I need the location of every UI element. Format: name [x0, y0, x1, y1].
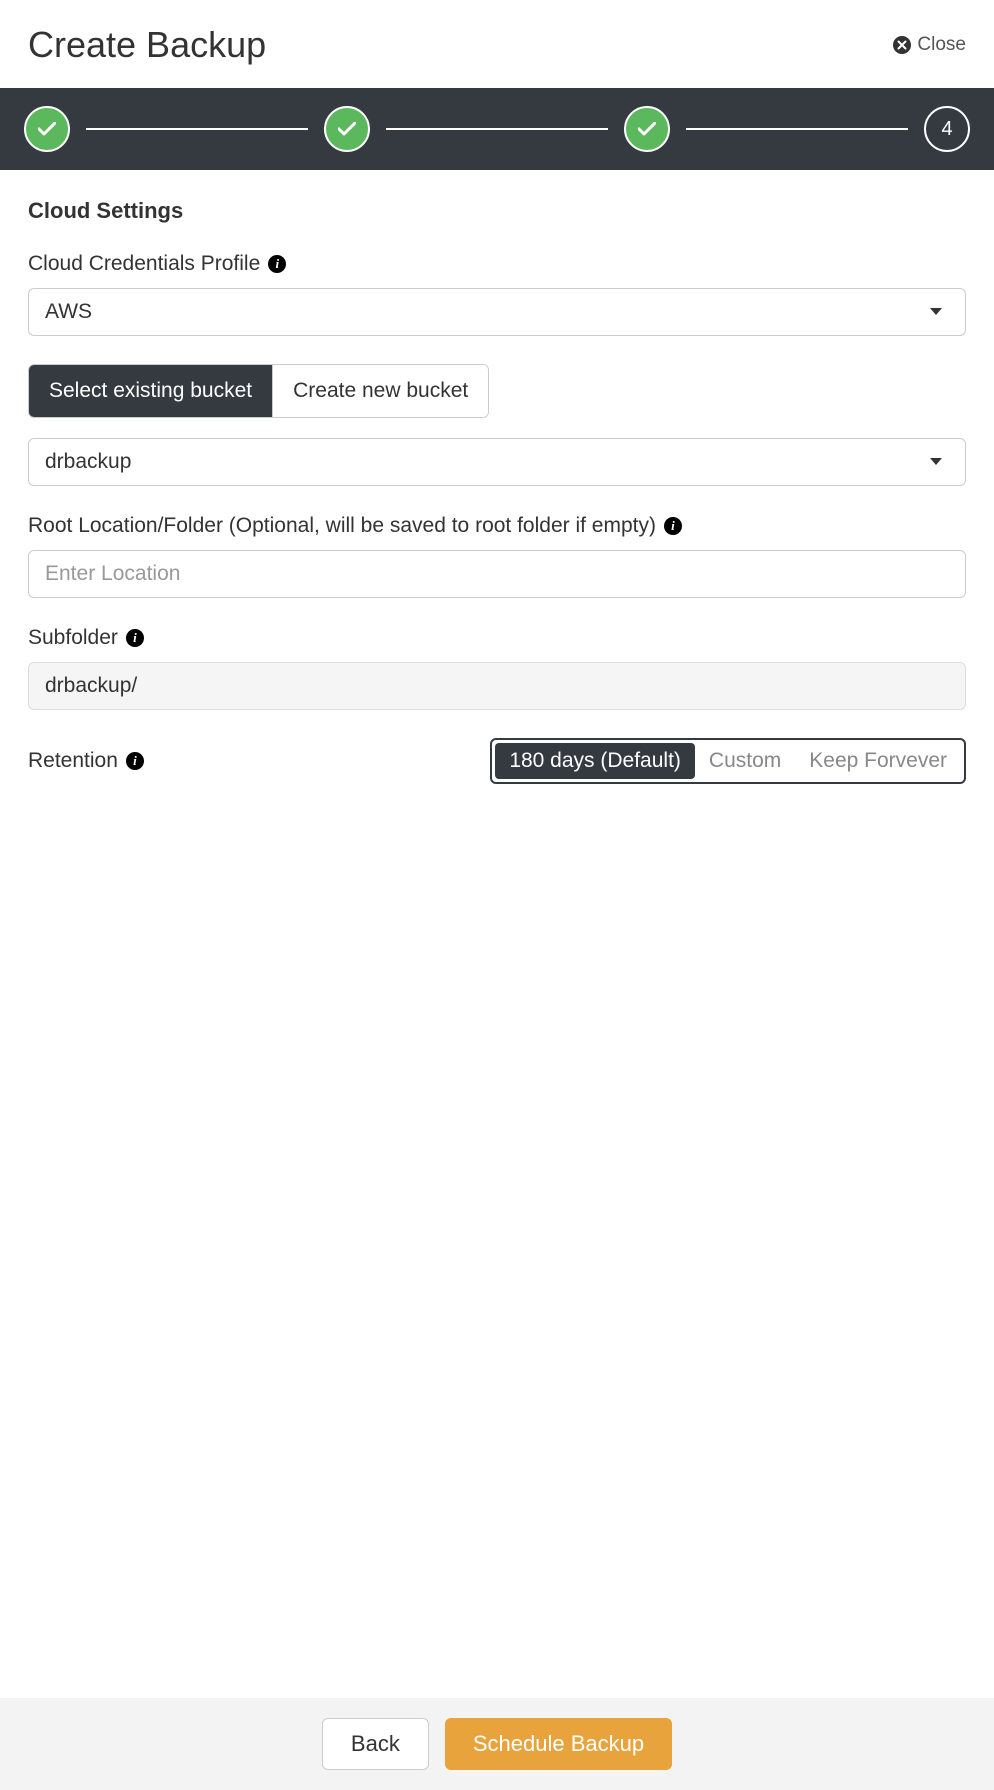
back-button[interactable]: Back — [322, 1718, 429, 1770]
step-connector — [86, 128, 308, 130]
subfolder-value: drbackup/ — [28, 662, 966, 710]
page-title: Create Backup — [28, 24, 266, 66]
retention-row: Retention i 180 days (Default) Custom Ke… — [28, 738, 966, 784]
caret-down-icon — [929, 307, 943, 317]
retention-custom[interactable]: Custom — [695, 743, 795, 779]
root-location-input[interactable] — [28, 550, 966, 598]
check-icon — [38, 122, 56, 136]
bucket-value: drbackup — [45, 450, 131, 474]
wizard-footer: Back Schedule Backup — [0, 1698, 994, 1790]
subfolder-text: drbackup/ — [45, 674, 137, 698]
wizard-stepper: 4 — [0, 88, 994, 170]
step-connector — [386, 128, 608, 130]
subfolder-label-row: Subfolder i — [28, 626, 966, 650]
caret-down-icon — [929, 457, 943, 467]
section-title: Cloud Settings — [28, 198, 966, 224]
retention-segmented: 180 days (Default) Custom Keep Forvever — [490, 738, 966, 784]
info-icon[interactable]: i — [126, 752, 144, 770]
retention-label-row: Retention i — [28, 749, 144, 773]
retention-keep-forever[interactable]: Keep Forvever — [795, 743, 961, 779]
credentials-label: Cloud Credentials Profile — [28, 252, 260, 276]
step-3-done[interactable] — [624, 106, 670, 152]
retention-180-days[interactable]: 180 days (Default) — [495, 743, 695, 779]
close-label: Close — [917, 34, 966, 56]
close-button[interactable]: Close — [893, 34, 966, 56]
schedule-backup-button[interactable]: Schedule Backup — [445, 1718, 672, 1770]
bucket-mode-toggle: Select existing bucket Create new bucket — [28, 364, 489, 418]
info-icon[interactable]: i — [664, 517, 682, 535]
info-icon[interactable]: i — [268, 255, 286, 273]
dialog-header: Create Backup Close — [0, 0, 994, 88]
root-location-label-row: Root Location/Folder (Optional, will be … — [28, 514, 966, 538]
form-body: Cloud Settings Cloud Credentials Profile… — [0, 170, 994, 1698]
credentials-select[interactable]: AWS — [28, 288, 966, 336]
create-new-bucket-tab[interactable]: Create new bucket — [272, 365, 488, 417]
root-location-label: Root Location/Folder (Optional, will be … — [28, 514, 656, 538]
check-icon — [338, 122, 356, 136]
step-connector — [686, 128, 908, 130]
close-icon — [893, 36, 911, 54]
credentials-value: AWS — [45, 300, 92, 324]
credentials-label-row: Cloud Credentials Profile i — [28, 252, 966, 276]
retention-label: Retention — [28, 749, 118, 773]
subfolder-label: Subfolder — [28, 626, 118, 650]
step-2-done[interactable] — [324, 106, 370, 152]
step-number: 4 — [941, 118, 952, 141]
select-existing-bucket-tab[interactable]: Select existing bucket — [29, 365, 272, 417]
step-1-done[interactable] — [24, 106, 70, 152]
info-icon[interactable]: i — [126, 629, 144, 647]
step-4-current[interactable]: 4 — [924, 106, 970, 152]
bucket-select[interactable]: drbackup — [28, 438, 966, 486]
check-icon — [638, 122, 656, 136]
